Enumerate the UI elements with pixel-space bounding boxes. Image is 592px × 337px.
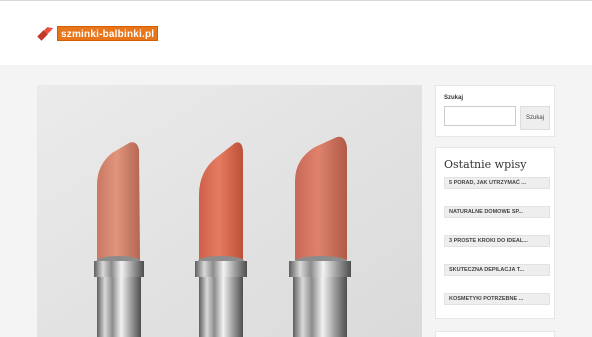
sidebar-widget: [435, 331, 555, 337]
site-logo[interactable]: szminki-balbinki.pl: [35, 23, 159, 43]
logo-text: szminki-balbinki.pl: [57, 25, 159, 41]
recent-posts-list: 5 PORAD, JAK UTRZYMAĆ ... NATURALNE DOMO…: [444, 177, 550, 322]
recent-posts-widget: Ostatnie wpisy 5 PORAD, JAK UTRZYMAĆ ...…: [435, 147, 555, 319]
recent-post-link[interactable]: NATURALNE DOMOWE SP...: [444, 206, 550, 218]
search-label: Szukaj: [444, 95, 464, 101]
lipstick-icon: [37, 26, 54, 41]
hero-image[interactable]: [37, 85, 422, 337]
search-input[interactable]: [444, 106, 516, 126]
search-button[interactable]: Szukaj: [520, 106, 550, 130]
recent-post-link[interactable]: 5 PORAD, JAK UTRZYMAĆ ...: [444, 177, 550, 189]
recent-posts-title: Ostatnie wpisy: [444, 158, 527, 171]
search-widget: Szukaj Szukaj: [435, 85, 555, 137]
recent-post-link[interactable]: 3 PROSTE KROKI DO IDEAL...: [444, 235, 550, 247]
recent-post-link[interactable]: KOSMETYKI POTRZEBNE ...: [444, 293, 550, 305]
recent-post-link[interactable]: SKUTECZNA DEPILACJA T...: [444, 264, 550, 276]
site-header: szminki-balbinki.pl: [0, 0, 592, 65]
lipsticks-image: [37, 85, 422, 337]
